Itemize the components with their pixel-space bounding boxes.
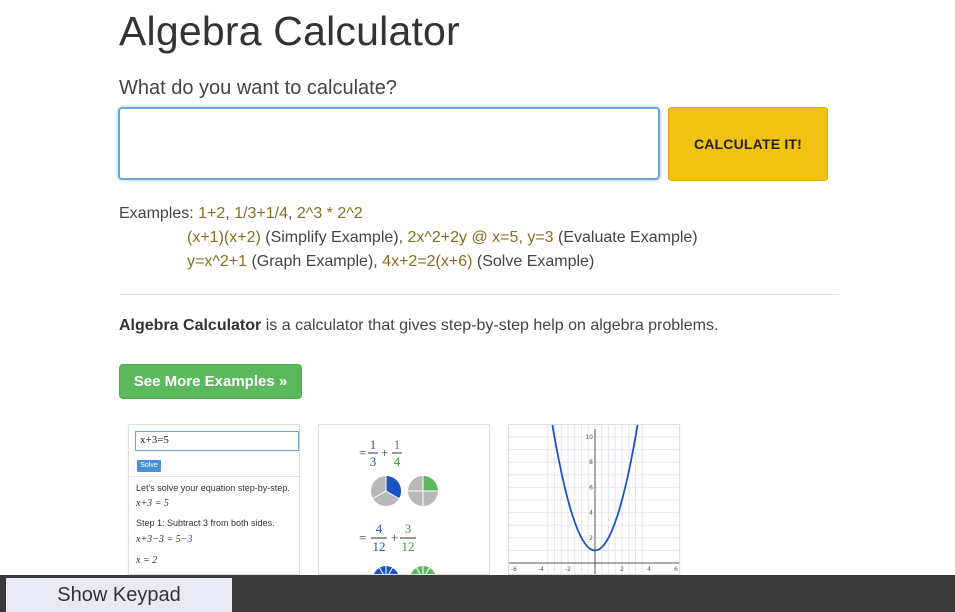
examples-block: Examples: 1+2, 1/3+1/4, 2^3 * 2^2 (x+1)(… (119, 202, 698, 274)
calculate-button[interactable]: CALCULATE IT! (668, 107, 828, 181)
example-note-evaluate: (Evaluate Example) (558, 229, 698, 246)
frac4-num: 3 (405, 521, 412, 536)
frac2-num: 1 (394, 437, 401, 452)
expression-input[interactable] (118, 107, 660, 180)
thumb-divider (129, 476, 299, 477)
frac1-num: 1 (370, 437, 377, 452)
pie-one-quarter (408, 476, 438, 506)
examples-row-3: y=x^2+1 (Graph Example), 4x+2=2(x+6) (So… (187, 253, 595, 270)
example-link-simplify[interactable]: (x+1)(x+2) (187, 229, 261, 246)
thumb-step-intro: Let's solve your equation step-by-step. (136, 483, 290, 493)
frac3-den: 12 (373, 539, 386, 554)
thumb-solution: x = 2 (136, 555, 158, 566)
thumb-step-1-math-blue: 3 (187, 534, 193, 545)
description: Algebra Calculator is a calculator that … (119, 317, 718, 335)
example-note-simplify: (Simplify Example) (265, 229, 399, 246)
example-link-graph[interactable]: y=x^2+1 (187, 253, 247, 270)
graph-y-tick: 10 (585, 434, 593, 441)
frac4-den: 12 (402, 539, 415, 554)
frac2-den: 4 (394, 454, 401, 469)
solver-thumbnail[interactable]: x+3=5 Solve Let's solve your equation st… (128, 424, 300, 575)
description-text: is a calculator that gives step-by-step … (265, 317, 719, 334)
examples-row-1: Examples: 1+2, 1/3+1/4, 2^3 * 2^2 (119, 205, 363, 222)
see-more-examples-button[interactable]: See More Examples » (119, 364, 302, 399)
parabola-graph: 10 8 6 4 2 -6 -4 -2 2 4 6 (509, 425, 679, 574)
frac3-num: 4 (376, 521, 383, 536)
fractions-illustration: = 1 3 + 1 4 = 4 12 + 3 12 (359, 437, 438, 574)
example-note-graph: (Graph Example) (251, 253, 374, 270)
frac-plus-2: + (391, 530, 398, 545)
graph-x-tick: 2 (620, 566, 624, 573)
example-link-2[interactable]: 1/3+1/4 (234, 205, 288, 222)
example-link-1[interactable]: 1+2 (198, 205, 225, 222)
pie-twelfths-partial (374, 566, 435, 574)
example-link-evaluate[interactable]: 2x^2+2y @ x=5, y=3 (408, 229, 554, 246)
thumb-step-1-math-main: x+3−3 = 5− (136, 534, 188, 545)
frac-equals-2: = (359, 530, 366, 545)
calculate-prompt: What do you want to calculate? (119, 77, 397, 99)
graph-y-tick: 4 (589, 510, 593, 517)
thumb-step-1: Step 1: Subtract 3 from both sides. (136, 518, 275, 528)
show-keypad-button[interactable]: Show Keypad (6, 578, 232, 612)
frac1-den: 3 (370, 454, 377, 469)
description-bold: Algebra Calculator (119, 317, 262, 334)
pie-one-third (371, 476, 402, 506)
graph-thumbnail[interactable]: 10 8 6 4 2 -6 -4 -2 2 4 6 (508, 424, 680, 575)
thumb-solve-button: Solve (137, 460, 161, 472)
examples-lead: Examples: (119, 205, 194, 222)
thumb-step-1-math: x+3−3 = 5−3 (136, 534, 192, 545)
examples-row-2: (x+1)(x+2) (Simplify Example), 2x^2+2y @… (187, 229, 698, 246)
graph-y-tick: 2 (589, 535, 593, 542)
graph-x-tick: 6 (674, 566, 678, 573)
graph-x-tick: -6 (511, 566, 517, 573)
frac-plus-1: + (381, 445, 388, 460)
page-title: Algebra Calculator (119, 8, 460, 54)
graph-y-tick: 6 (589, 484, 593, 491)
section-divider (119, 294, 839, 295)
thumb-equation-input: x+3=5 (135, 431, 299, 451)
thumb-equation: x+3 = 5 (136, 498, 169, 509)
fractions-thumbnail[interactable]: = 1 3 + 1 4 = 4 12 + 3 12 (318, 424, 490, 575)
graph-x-tick: -2 (565, 566, 571, 573)
example-link-solve[interactable]: 4x+2=2(x+6) (382, 253, 472, 270)
example-note-solve: (Solve Example) (476, 253, 595, 270)
graph-x-tick: 4 (647, 566, 651, 573)
graph-y-tick: 8 (589, 459, 593, 466)
example-link-3[interactable]: 2^3 * 2^2 (297, 205, 363, 222)
graph-x-tick: -4 (538, 566, 544, 573)
frac-equals-1: = (359, 445, 366, 460)
